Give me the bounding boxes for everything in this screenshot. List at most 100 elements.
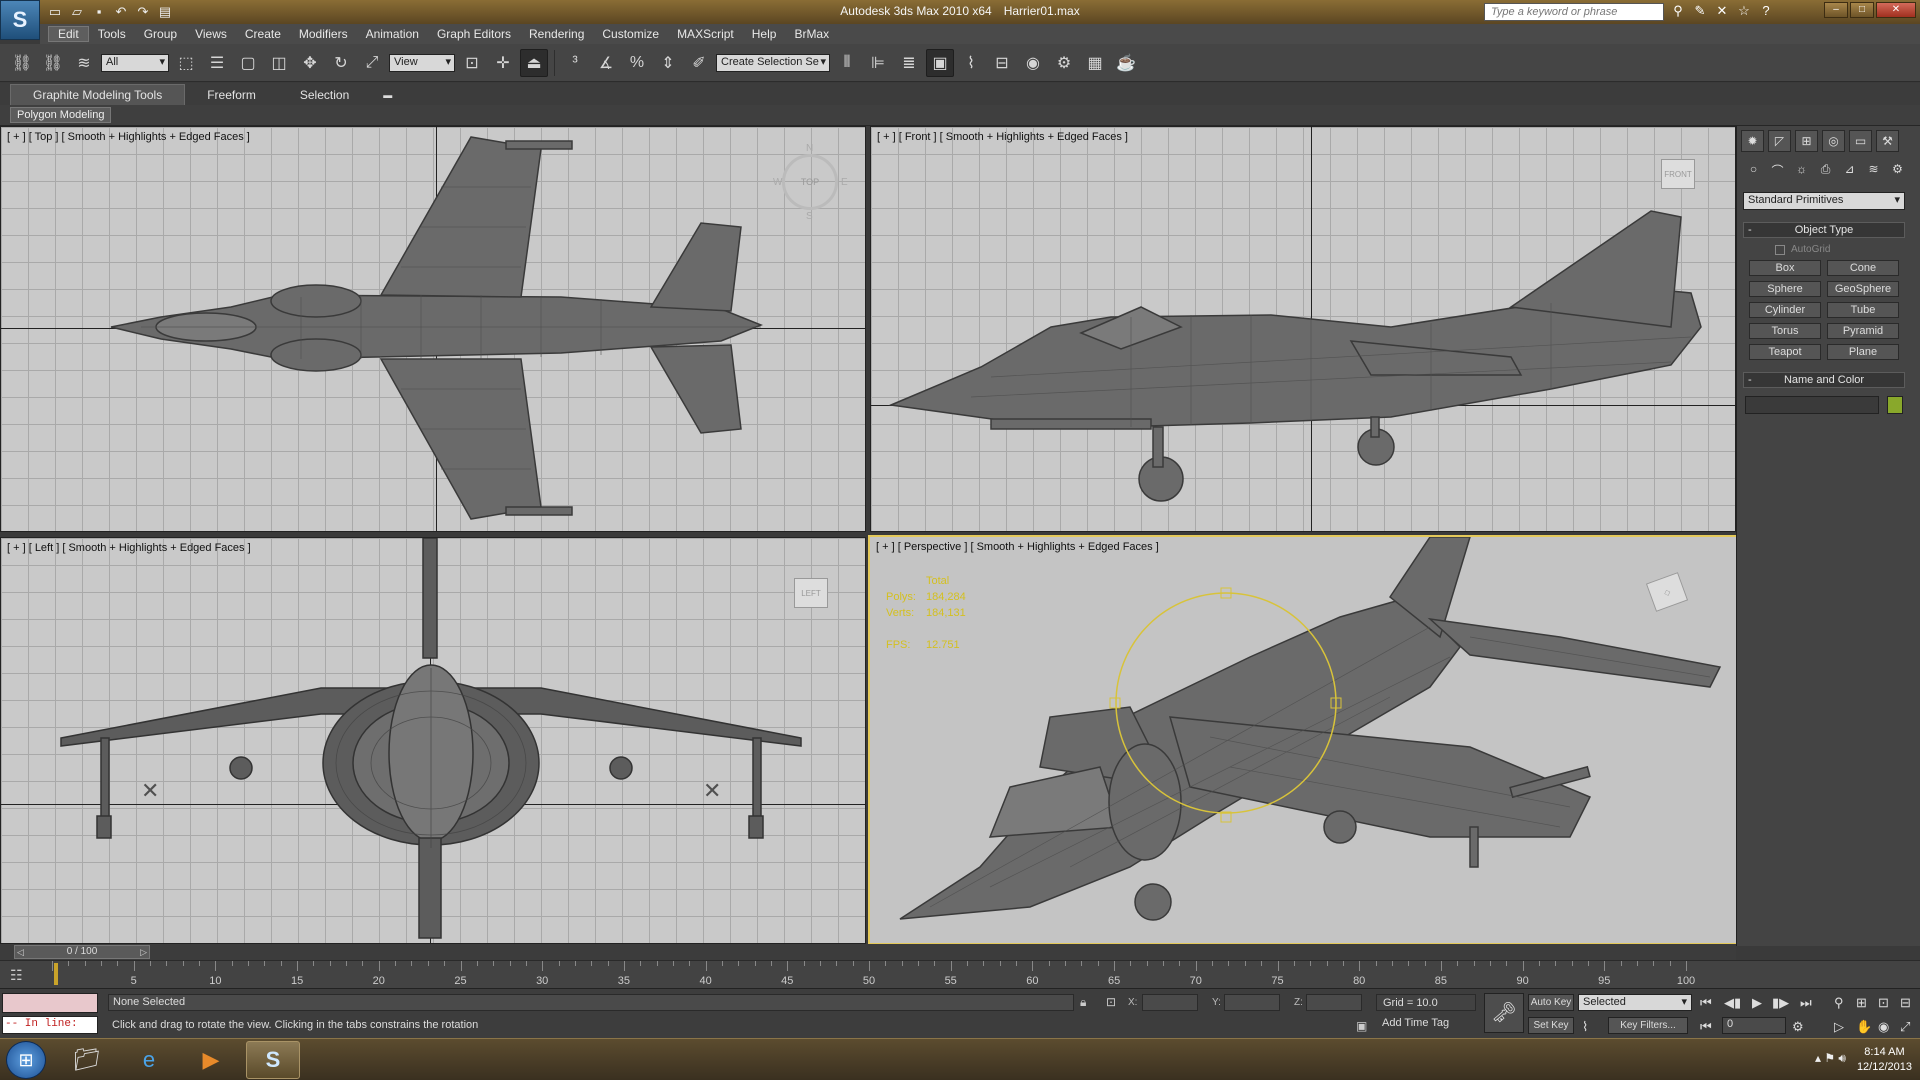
- menu-brmax[interactable]: BrMax: [785, 27, 838, 41]
- viewport-top-label[interactable]: [ + ] [ Top ] [ Smooth + Highlights + Ed…: [7, 131, 250, 143]
- system-tray[interactable]: ▴ ⚑ 🔊︎: [1815, 1051, 1846, 1066]
- named-selection-sets-dropdown[interactable]: Create Selection Se: [716, 53, 830, 72]
- z-coordinate-field[interactable]: [1306, 994, 1362, 1011]
- set-key-icon[interactable]: 🗝︎: [1484, 993, 1524, 1033]
- material-editor-icon[interactable]: ◉: [1019, 49, 1047, 77]
- autogrid-check-icon[interactable]: [1775, 244, 1785, 255]
- object-color-swatch[interactable]: [1887, 396, 1903, 414]
- window-crossing-icon[interactable]: ◫: [265, 49, 293, 77]
- modify-tab-icon[interactable]: ◸: [1768, 130, 1791, 152]
- pivot-center-icon[interactable]: ⊡: [458, 49, 486, 77]
- orbit-icon[interactable]: ◉: [1878, 1019, 1889, 1035]
- cylinder-button[interactable]: Cylinder: [1749, 302, 1821, 318]
- geosphere-button[interactable]: GeoSphere: [1827, 281, 1899, 297]
- lights-icon[interactable]: ☼: [1791, 162, 1812, 180]
- set-key-button[interactable]: Set Key: [1528, 1017, 1574, 1034]
- absolute-mode-icon[interactable]: ⊡: [1106, 995, 1116, 1009]
- viewport-front[interactable]: [ + ] [ Front ] [ Smooth + Highlights + …: [870, 126, 1736, 532]
- pyramid-button[interactable]: Pyramid: [1827, 323, 1899, 339]
- mirror-icon[interactable]: ⫴: [833, 49, 861, 77]
- menu-graph-editors[interactable]: Graph Editors: [428, 27, 520, 41]
- select-and-link-icon[interactable]: ⛓: [8, 49, 36, 77]
- mini-curve-editor-icon[interactable]: ☷: [10, 967, 23, 984]
- select-and-move-icon[interactable]: ✥: [296, 49, 324, 77]
- menu-modifiers[interactable]: Modifiers: [290, 27, 357, 41]
- go-to-end-icon[interactable]: ⏭: [1800, 995, 1812, 1011]
- communication-center-icon[interactable]: ✎: [1692, 3, 1708, 21]
- select-and-scale-icon[interactable]: ⤢: [358, 49, 386, 77]
- zoom-icon[interactable]: ⚲: [1834, 995, 1844, 1011]
- select-object-icon[interactable]: ⬚: [172, 49, 200, 77]
- tab-freeform[interactable]: Freeform: [185, 85, 278, 105]
- systems-icon[interactable]: ⚙: [1887, 162, 1908, 180]
- name-and-color-rollout[interactable]: Name and Color: [1743, 372, 1905, 388]
- reference-coordinate-dropdown[interactable]: View: [389, 53, 455, 72]
- go-to-start-icon[interactable]: ⏮: [1700, 995, 1712, 1011]
- minimize-button[interactable]: –: [1824, 2, 1848, 18]
- utilities-tab-icon[interactable]: ⚒: [1876, 130, 1899, 152]
- media-player-icon[interactable]: ▶: [184, 1041, 238, 1079]
- current-frame-field[interactable]: 0: [1722, 1017, 1786, 1034]
- help-icon[interactable]: ?: [1758, 3, 1774, 21]
- maxscript-listener-pink[interactable]: [2, 993, 98, 1013]
- zoom-extents-all-icon[interactable]: ⊟: [1900, 995, 1911, 1011]
- file-explorer-icon[interactable]: 📁︎: [60, 1041, 114, 1079]
- maximize-button[interactable]: □: [1850, 2, 1874, 18]
- snaps-toggle-icon[interactable]: ³: [561, 49, 589, 77]
- ribbon-minimize-icon[interactable]: ▬: [383, 90, 397, 100]
- key-filters-button[interactable]: Key Filters...: [1608, 1017, 1688, 1034]
- display-tab-icon[interactable]: ▭: [1849, 130, 1872, 152]
- curve-editor-icon[interactable]: ⌇: [957, 49, 985, 77]
- y-coordinate-field[interactable]: [1224, 994, 1280, 1011]
- spinner-snap-icon[interactable]: ⇕: [654, 49, 682, 77]
- default-tangent-icon[interactable]: ⌇: [1582, 1019, 1588, 1035]
- time-slider[interactable]: ◁ 0 / 100 ▷: [14, 945, 150, 959]
- menu-edit[interactable]: Edit: [48, 26, 89, 42]
- bind-space-warp-icon[interactable]: ≋: [70, 49, 98, 77]
- favorites-star-icon[interactable]: ☆: [1736, 3, 1752, 21]
- select-and-rotate-icon[interactable]: ↻: [327, 49, 355, 77]
- object-type-rollout[interactable]: Object Type: [1743, 222, 1905, 238]
- undo-icon[interactable]: ↶: [112, 3, 130, 21]
- new-file-icon[interactable]: ▭: [46, 3, 64, 21]
- close-button[interactable]: ✕: [1876, 2, 1916, 18]
- hierarchy-tab-icon[interactable]: ⊞: [1795, 130, 1818, 152]
- plane-button[interactable]: Plane: [1827, 344, 1899, 360]
- angle-snap-icon[interactable]: ∡: [592, 49, 620, 77]
- next-frame-icon[interactable]: ▮▶: [1772, 995, 1789, 1011]
- menu-help[interactable]: Help: [743, 27, 786, 41]
- menu-group[interactable]: Group: [135, 27, 186, 41]
- select-manipulate-icon[interactable]: ✛: [489, 49, 517, 77]
- menu-animation[interactable]: Animation: [357, 27, 428, 41]
- project-folder-icon[interactable]: ▤: [156, 3, 174, 21]
- render-production-icon[interactable]: ☕: [1112, 49, 1140, 77]
- menu-create[interactable]: Create: [236, 27, 290, 41]
- help-search-input[interactable]: Type a keyword or phrase: [1484, 3, 1664, 21]
- box-button[interactable]: Box: [1749, 260, 1821, 276]
- viewport-front-label[interactable]: [ + ] [ Front ] [ Smooth + Highlights + …: [877, 131, 1128, 143]
- viewport-left-label[interactable]: [ + ] [ Left ] [ Smooth + Highlights + E…: [7, 542, 251, 554]
- key-mode-dropdown[interactable]: Selected: [1578, 994, 1692, 1011]
- auto-key-button[interactable]: Auto Key: [1528, 994, 1574, 1011]
- shapes-icon[interactable]: ⌒: [1767, 162, 1788, 180]
- menu-tools[interactable]: Tools: [89, 27, 135, 41]
- rendered-frame-window-icon[interactable]: ▦: [1081, 49, 1109, 77]
- edit-named-selection-icon[interactable]: ✐: [685, 49, 713, 77]
- teapot-button[interactable]: Teapot: [1749, 344, 1821, 360]
- polygon-modeling-button[interactable]: Polygon Modeling: [10, 107, 112, 123]
- pan-view-icon[interactable]: ✋: [1856, 1019, 1872, 1035]
- cone-button[interactable]: Cone: [1827, 260, 1899, 276]
- field-of-view-icon[interactable]: ▷: [1834, 1019, 1844, 1035]
- zoom-extents-icon[interactable]: ⊡: [1878, 995, 1889, 1011]
- x-coordinate-field[interactable]: [1142, 994, 1198, 1011]
- rectangular-selection-icon[interactable]: ▢: [234, 49, 262, 77]
- viewport-perspective-label[interactable]: [ + ] [ Perspective ] [ Smooth + Highlig…: [876, 541, 1159, 553]
- unlink-icon[interactable]: ⛓: [39, 49, 67, 77]
- selection-lock-icon[interactable]: 🔒︎: [1080, 995, 1086, 1010]
- create-tab-icon[interactable]: ✹: [1741, 130, 1764, 152]
- sphere-button[interactable]: Sphere: [1749, 281, 1821, 297]
- track-bar[interactable]: ☷ 5 10 15 20 25 30 35 40 45 50 55 60 65 70 75 80 85 90 95 1…: [0, 960, 1920, 988]
- keyboard-shortcut-override-icon[interactable]: ⏏: [520, 48, 548, 77]
- selection-filter-dropdown[interactable]: All: [101, 53, 169, 72]
- save-file-icon[interactable]: ▪: [90, 3, 108, 21]
